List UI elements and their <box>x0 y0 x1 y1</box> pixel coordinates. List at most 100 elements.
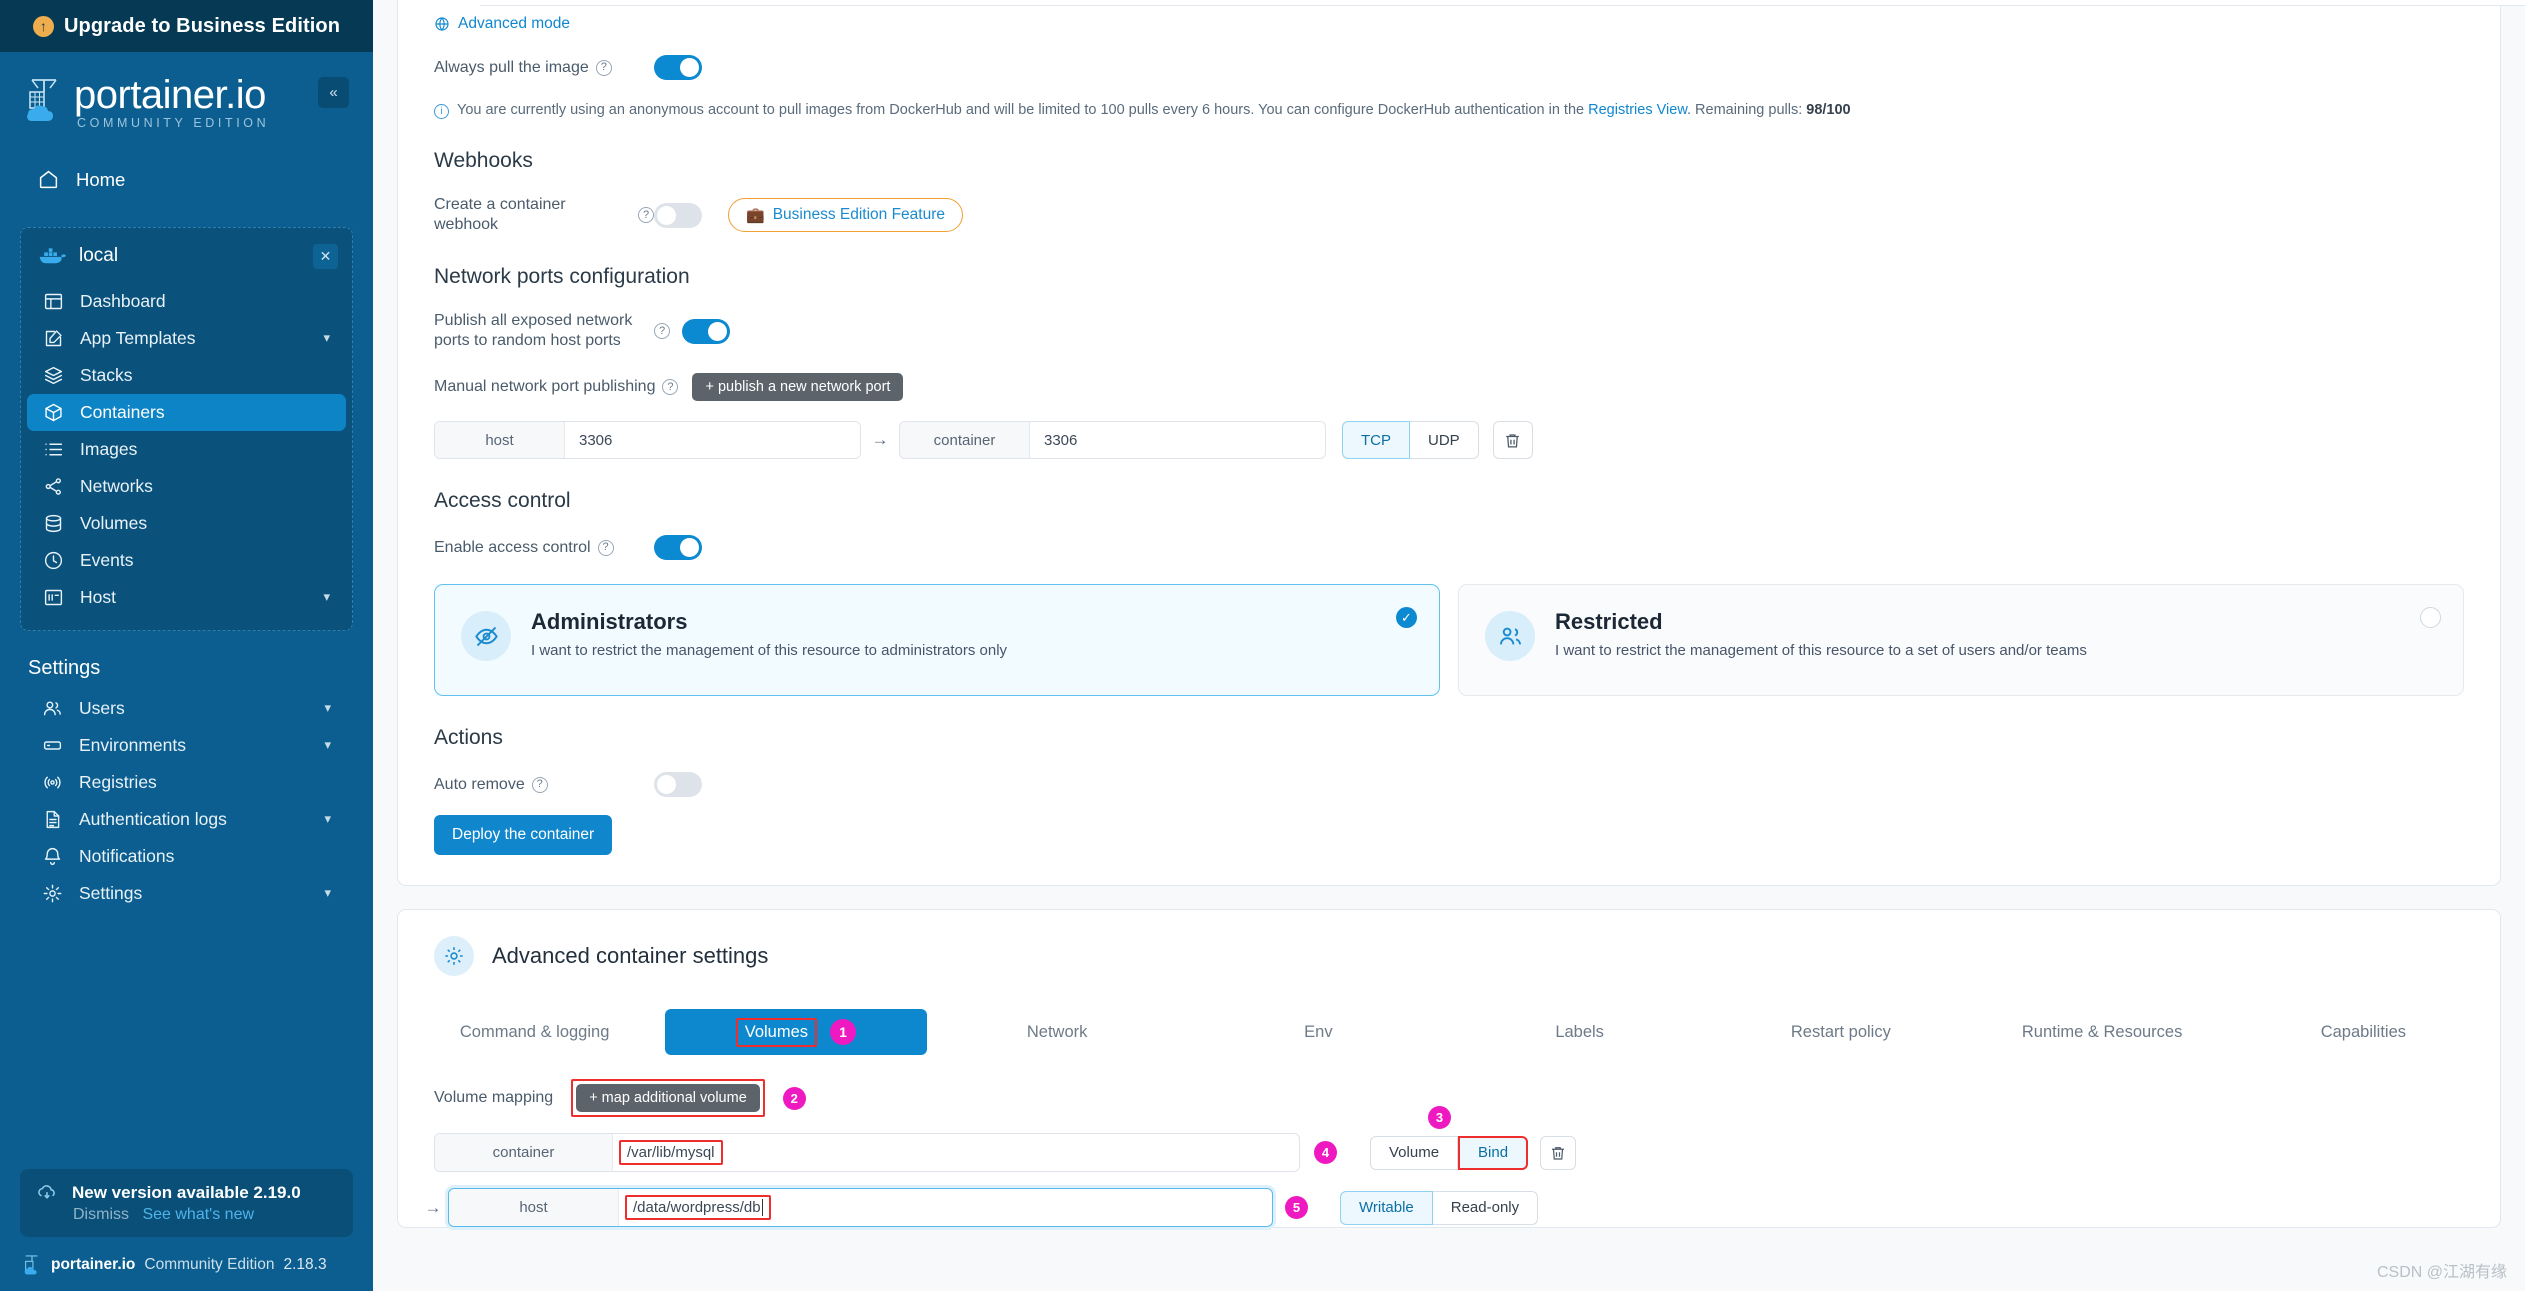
enable-access-toggle[interactable] <box>654 535 702 560</box>
webhook-toggle[interactable] <box>654 202 702 228</box>
volume-readonly-button[interactable]: Read-only <box>1432 1190 1539 1225</box>
notice-prefix: You are currently using an anonymous acc… <box>457 102 1589 118</box>
tab-runtime-resources[interactable]: Runtime & Resources <box>1972 1009 2233 1055</box>
tab-label: Network <box>1026 1022 1088 1041</box>
tab-restart-policy[interactable]: Restart policy <box>1710 1009 1971 1055</box>
volume-container-path-value[interactable]: /var/lib/mysql <box>619 1140 723 1165</box>
administrators-radio[interactable]: ✓ <box>1396 607 1417 628</box>
environment-close-icon[interactable]: ✕ <box>313 243 338 269</box>
templates-icon <box>45 330 62 346</box>
docker-icon <box>39 248 66 264</box>
volume-access-selector: Writable Read-only <box>1340 1190 1539 1225</box>
network-ports-heading: Network ports configuration <box>434 265 690 288</box>
brand-subtitle: COMMUNITY EDITION <box>77 115 270 130</box>
sidebar-item-volumes[interactable]: Volumes <box>27 505 346 542</box>
advanced-settings-header: Advanced container settings <box>398 936 2500 976</box>
chevron-down-icon: ▾ <box>324 811 331 827</box>
sidebar-item-label: Dashboard <box>80 290 166 311</box>
sidebar-item-settings[interactable]: Settings ▾ <box>26 875 347 912</box>
sidebar-item-label: Networks <box>80 475 153 496</box>
sidebar-item-notifications[interactable]: Notifications <box>26 838 347 875</box>
sidebar-item-label: Host <box>80 586 116 607</box>
sidebar-item-label: Events <box>80 549 134 570</box>
protocol-tcp-button[interactable]: TCP <box>1342 421 1410 459</box>
whats-new-link[interactable]: See what's new <box>142 1206 254 1223</box>
delete-volume-button[interactable] <box>1540 1135 1577 1170</box>
sidebar-item-dashboard[interactable]: Dashboard <box>27 283 346 320</box>
environment-header[interactable]: local ✕ <box>21 238 352 275</box>
help-icon-always-pull[interactable]: ? <box>595 59 612 76</box>
sidebar-item-label: Users <box>79 697 125 718</box>
access-option-restricted[interactable]: Restricted I want to restrict the manage… <box>1458 584 2464 696</box>
deploy-container-button[interactable]: Deploy the container <box>434 815 613 855</box>
sidebar-item-registries[interactable]: Registries <box>26 764 347 801</box>
registries-view-link[interactable]: Registries View <box>1588 102 1687 118</box>
protocol-udp-button[interactable]: UDP <box>1410 421 1479 459</box>
volume-type-bind-button[interactable]: Bind <box>1458 1135 1529 1170</box>
map-additional-volume-button[interactable]: + map additional volume <box>576 1084 760 1112</box>
sidebar-footer: portainer.io Community Edition 2.18.3 <box>0 1253 373 1291</box>
volume-host-path-value[interactable]: /data/wordpress/db <box>625 1195 772 1220</box>
images-icon <box>45 443 63 456</box>
tab-env[interactable]: Env <box>1188 1009 1449 1055</box>
access-option-administrators[interactable]: Administrators I want to restrict the ma… <box>434 584 1440 696</box>
sidebar-item-host[interactable]: Host ▾ <box>27 579 346 616</box>
sidebar-item-images[interactable]: Images <box>27 431 346 468</box>
footer-version: 2.18.3 <box>283 1256 327 1273</box>
tab-volumes[interactable]: Volumes 1 <box>665 1009 927 1055</box>
always-pull-toggle[interactable] <box>654 55 702 80</box>
volume-container-input-wrap[interactable]: /var/lib/mysql <box>613 1140 1299 1165</box>
tab-capabilities[interactable]: Capabilities <box>2233 1009 2494 1055</box>
enable-access-row: Enable access control ? <box>398 535 2500 560</box>
sidebar-item-networks[interactable]: Networks <box>27 468 346 505</box>
publish-new-port-button[interactable]: + publish a new network port <box>692 373 904 401</box>
help-icon-auto-remove[interactable]: ? <box>531 776 548 793</box>
networks-icon <box>45 477 61 495</box>
help-icon-access-control[interactable]: ? <box>597 539 614 556</box>
restricted-radio[interactable] <box>2420 607 2441 628</box>
upgrade-banner[interactable]: ↑ Upgrade to Business Edition <box>0 0 373 52</box>
sidebar-item-home[interactable]: Home <box>26 160 347 200</box>
sidebar-item-environments[interactable]: Environments ▾ <box>26 727 347 764</box>
host-port-group: host <box>434 421 861 459</box>
port-arrow-icon: → <box>871 430 889 449</box>
auto-remove-toggle[interactable] <box>654 772 702 797</box>
help-icon-webhook[interactable]: ? <box>638 207 654 223</box>
host-icon <box>44 589 63 605</box>
dismiss-version-link[interactable]: Dismiss <box>73 1206 129 1223</box>
business-edition-badge[interactable]: 💼 Business Edition Feature <box>728 198 964 232</box>
volume-host-addon: host <box>449 1189 619 1226</box>
tab-labels[interactable]: Labels <box>1449 1009 1710 1055</box>
sidebar-item-label: Stacks <box>80 364 133 385</box>
help-icon-publish-all[interactable]: ? <box>654 323 670 339</box>
container-port-input[interactable] <box>1030 422 1325 458</box>
volume-type-volume-button[interactable]: Volume <box>1370 1135 1459 1170</box>
sidebar-item-label: Authentication logs <box>79 808 227 829</box>
advanced-mode-link[interactable]: Advanced mode <box>398 15 2500 33</box>
webhook-row: Create a container webhook ? 💼 Business … <box>398 195 2500 235</box>
collapse-sidebar-button[interactable]: « <box>318 77 349 108</box>
volume-host-input-wrap[interactable]: /data/wordpress/db <box>619 1195 1272 1220</box>
sidebar-item-users[interactable]: Users ▾ <box>26 690 347 727</box>
sidebar-item-authentication-logs[interactable]: Authentication logs ▾ <box>26 801 347 838</box>
host-port-input[interactable] <box>565 422 860 458</box>
tab-label: Command & logging <box>459 1022 610 1041</box>
sidebar-item-containers[interactable]: Containers <box>27 393 346 431</box>
tab-label: Runtime & Resources <box>2021 1022 2183 1041</box>
restricted-title: Restricted <box>1555 609 1663 634</box>
business-edition-label: Business Edition Feature <box>772 206 946 223</box>
publish-all-toggle[interactable] <box>682 318 730 344</box>
sidebar-item-label: Registries <box>79 771 157 792</box>
volume-writable-button[interactable]: Writable <box>1340 1190 1433 1225</box>
tab-network[interactable]: Network <box>927 1009 1188 1055</box>
sidebar-item-app-templates[interactable]: App Templates ▾ <box>27 320 346 357</box>
home-icon <box>39 170 58 189</box>
delete-port-button[interactable] <box>1492 421 1533 459</box>
advanced-mode-label: Advanced mode <box>458 15 571 32</box>
help-icon-manual-publish[interactable]: ? <box>662 379 679 395</box>
volume-container-line: container /var/lib/mysql 4 3 Volume Bind <box>398 1105 2500 1172</box>
sidebar-item-events[interactable]: Events <box>27 542 346 579</box>
sidebar-item-stacks[interactable]: Stacks <box>27 357 346 394</box>
auto-remove-label-col: Auto remove ? <box>434 775 654 795</box>
tab-command-logging[interactable]: Command & logging <box>404 1009 665 1055</box>
